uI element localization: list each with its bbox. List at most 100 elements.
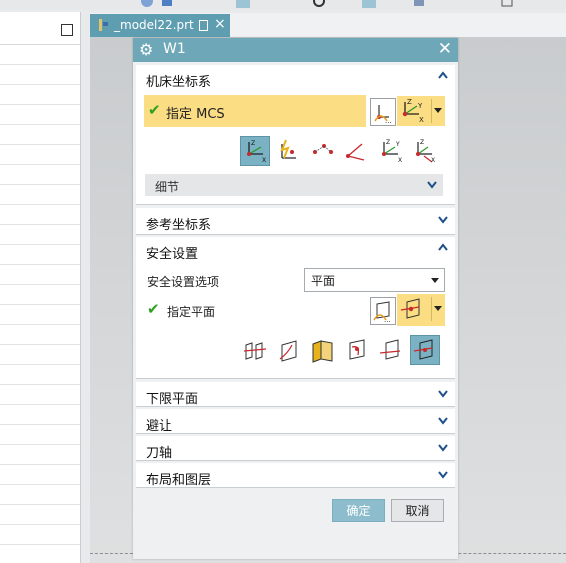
navigator-restore-icon[interactable] (61, 24, 73, 36)
toolbar-sphere-icon[interactable] (140, 0, 154, 8)
csys-icon: Z Y X (402, 98, 424, 124)
ok-button[interactable]: 确定 (332, 499, 385, 522)
svg-text:...: ... (385, 117, 392, 125)
navigator-row[interactable] (0, 205, 80, 225)
toolbar-cube-icon[interactable] (160, 0, 174, 8)
dialog-title: W1 (163, 41, 186, 57)
dynamic-csys-button[interactable]: Z X (240, 136, 270, 166)
point-direction-plane-button[interactable] (376, 335, 406, 365)
toolbar-shade-icon[interactable] (412, 0, 426, 8)
two-axes-button[interactable] (342, 136, 372, 166)
two-axes-icon (346, 143, 365, 161)
chevron-down-icon[interactable] (427, 179, 437, 189)
point-on-curve-plane-icon (349, 339, 365, 360)
offset-csys-button[interactable]: Z X (410, 136, 440, 166)
group-mcs-header[interactable]: 机床坐标系 (136, 65, 455, 90)
toolbar-circle-icon[interactable] (312, 0, 326, 8)
group-tool-axis: 刀轴 (136, 436, 455, 461)
navigator-row[interactable] (0, 185, 80, 205)
face-plane-button[interactable] (308, 335, 338, 365)
svg-text:...: ... (384, 316, 391, 324)
dialog-titlebar[interactable]: ⚙ W1 ✕ (133, 38, 458, 62)
navigator-row[interactable] (0, 405, 80, 425)
navigator-row[interactable] (0, 485, 80, 505)
csys-axes-button[interactable]: Z Y X (376, 136, 406, 166)
csys-type-dropdown[interactable]: Z Y X (397, 96, 445, 126)
group-lower-limit-header[interactable]: 下限平面 (136, 382, 455, 407)
navigator-row[interactable] (0, 285, 80, 305)
chevron-down-icon[interactable] (438, 442, 448, 452)
details-label: 细节 (155, 180, 180, 194)
navigator-row[interactable] (0, 525, 80, 545)
navigator-row[interactable] (0, 465, 80, 485)
chevron-up-icon[interactable] (438, 243, 448, 253)
navigator-row[interactable] (0, 445, 80, 465)
csys-axes-icon: Z Y X (382, 139, 402, 164)
navigator-row[interactable] (0, 125, 80, 145)
chevron-down-icon[interactable] (438, 214, 448, 224)
group-layout-layer-header[interactable]: 布局和图层 (136, 463, 455, 488)
group-ref-csys-header[interactable]: 参考坐标系 (136, 208, 455, 233)
plane-type-dropdown[interactable] (397, 294, 445, 326)
navigator-panel (0, 12, 81, 563)
clearance-option-select[interactable]: 平面 (304, 268, 445, 292)
navigator-row[interactable] (0, 85, 80, 105)
chevron-down-icon (431, 278, 439, 283)
navigator-row[interactable] (0, 245, 80, 265)
navigator-row[interactable] (0, 365, 80, 385)
w1-dialog: ⚙ W1 ✕ 机床坐标系 ✔ 指定 MCS ... Z Y X Z X Z Y … (133, 38, 458, 559)
specify-mcs-row[interactable]: ✔ 指定 MCS (144, 95, 366, 127)
navigator-row[interactable] (0, 345, 80, 365)
chevron-down-icon[interactable] (438, 469, 448, 479)
tab-close-icon[interactable]: × (214, 16, 226, 32)
svg-text:X: X (398, 157, 402, 164)
bisector-plane-button[interactable] (240, 335, 270, 365)
toolbar-grid-icon[interactable] (500, 0, 514, 8)
group-lower-limit-label: 下限平面 (146, 392, 199, 407)
group-tool-axis-header[interactable]: 刀轴 (136, 436, 455, 461)
navigator-row[interactable] (0, 385, 80, 405)
group-tool-axis-label: 刀轴 (146, 446, 173, 461)
inferred-csys-icon (280, 139, 296, 159)
fixed-plane-button[interactable] (410, 335, 440, 365)
gear-icon[interactable]: ⚙ (139, 40, 153, 59)
chevron-down-icon[interactable] (438, 388, 448, 398)
toolbar-active-icon[interactable] (236, 0, 250, 8)
navigator-row[interactable] (0, 145, 80, 165)
plane-dialog-button[interactable]: ... (370, 297, 396, 325)
curves-plane-icon (279, 340, 297, 362)
navigator-row[interactable] (0, 325, 80, 345)
group-clearance-header[interactable]: 安全设置 (136, 237, 455, 262)
face-plane-icon (312, 340, 333, 363)
dialog-close-icon[interactable]: ✕ (438, 39, 452, 59)
navigator-header (0, 12, 80, 45)
curves-plane-button[interactable] (274, 335, 304, 365)
svg-text:X: X (419, 116, 424, 124)
origin-point-button[interactable] (308, 136, 338, 166)
details-subgroup[interactable]: 细节 (145, 174, 443, 196)
navigator-row[interactable] (0, 105, 80, 125)
cancel-button[interactable]: 取消 (391, 499, 444, 522)
plane-dialog-icon: ... (373, 301, 391, 324)
inferred-csys-button[interactable] (274, 136, 304, 166)
chevron-down-icon[interactable] (438, 415, 448, 425)
point-on-curve-plane-button[interactable] (342, 335, 372, 365)
group-clearance-label: 安全设置 (146, 247, 199, 262)
navigator-row[interactable] (0, 265, 80, 285)
model-tab[interactable]: _model22.prt × (90, 14, 230, 37)
point-direction-plane-icon (379, 339, 401, 360)
navigator-row[interactable] (0, 65, 80, 85)
csys-dialog-icon: ... (374, 105, 392, 125)
chevron-up-icon[interactable] (438, 71, 448, 81)
group-avoidance-header[interactable]: 避让 (136, 409, 455, 434)
navigator-row[interactable] (0, 505, 80, 525)
navigator-row[interactable] (0, 225, 80, 245)
csys-dialog-button[interactable]: ... (370, 98, 396, 126)
toolbar-active2-icon[interactable] (362, 0, 376, 8)
tab-title: _model22.prt (114, 18, 194, 32)
group-avoidance: 避让 (136, 409, 455, 434)
navigator-row[interactable] (0, 305, 80, 325)
navigator-row[interactable] (0, 425, 80, 445)
navigator-row[interactable] (0, 45, 80, 65)
navigator-row[interactable] (0, 165, 80, 185)
